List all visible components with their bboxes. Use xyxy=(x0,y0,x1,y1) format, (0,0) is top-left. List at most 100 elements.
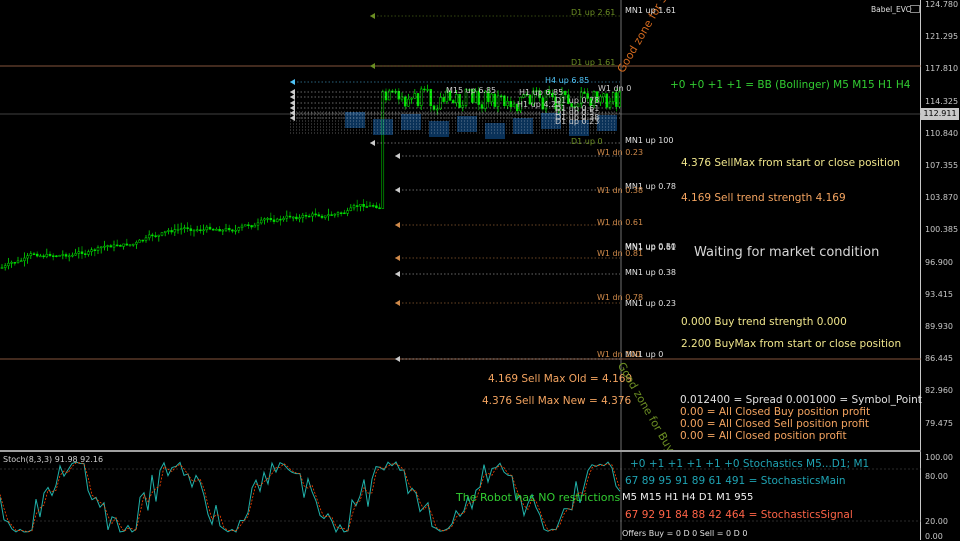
candle xyxy=(141,239,145,243)
closed-sell-profit: 0.00 = All Closed Sell position profit xyxy=(680,418,869,430)
candle xyxy=(51,253,55,261)
candle xyxy=(7,257,10,270)
buffer-block xyxy=(345,112,365,128)
candle xyxy=(279,215,282,226)
candle xyxy=(80,246,84,259)
level-label: D1 up 0 xyxy=(571,137,603,146)
candle xyxy=(247,221,250,229)
candle xyxy=(237,226,241,234)
level-label: D1 up 1.61 xyxy=(571,58,616,67)
level-label: W1 dn 0.61 xyxy=(597,218,644,227)
candle xyxy=(103,240,106,251)
stochastic-axis-label: 20.00 xyxy=(925,517,948,526)
candle xyxy=(330,211,333,216)
candle xyxy=(202,224,205,235)
candle xyxy=(29,251,33,259)
candle xyxy=(154,231,157,238)
candle xyxy=(215,227,218,231)
candle xyxy=(240,223,244,231)
candle xyxy=(387,88,391,101)
candle xyxy=(416,93,420,109)
buffer-block xyxy=(485,123,505,139)
candle xyxy=(71,252,74,258)
level-dotted-line xyxy=(395,300,620,306)
stochastic-summary: +0 +1 +1 +1 +1 +0 Stochastics M5...D1; M… xyxy=(630,458,870,470)
candle xyxy=(42,253,45,259)
stochastic-axis-label: 100.00 xyxy=(925,453,953,462)
candle xyxy=(311,211,314,222)
candle xyxy=(96,245,100,255)
candle xyxy=(605,93,609,110)
candle xyxy=(343,209,346,215)
candle xyxy=(125,238,129,246)
price-axis-label: 124.780 xyxy=(925,0,959,9)
candle xyxy=(499,93,503,101)
candle xyxy=(314,208,317,218)
candle xyxy=(336,211,340,218)
candle xyxy=(186,222,189,232)
price-axis-label: 100.385 xyxy=(925,225,959,235)
candle xyxy=(317,212,321,217)
candle xyxy=(205,224,209,233)
candle xyxy=(64,252,68,259)
level-label: MN1 up 100 xyxy=(625,136,674,145)
candle xyxy=(496,90,500,113)
candle xyxy=(602,92,605,103)
level-label: W1 dn 0.23 xyxy=(597,148,644,157)
candle xyxy=(32,251,36,256)
candle xyxy=(375,202,378,209)
level-label: W1 dn 0.81 xyxy=(597,249,644,258)
candle xyxy=(365,201,369,208)
buffer-block xyxy=(513,118,533,134)
candle xyxy=(439,92,442,110)
waiting-status: Waiting for market condition xyxy=(694,245,880,260)
candle xyxy=(301,212,305,223)
candle xyxy=(263,217,266,225)
candle xyxy=(275,217,279,223)
buffer-block xyxy=(429,121,449,137)
price-chart[interactable] xyxy=(0,0,921,450)
spread-info: 0.012400 = Spread 0.001000 = Symbol_Poin… xyxy=(680,394,922,406)
candle xyxy=(35,251,39,258)
graduation-cap-icon xyxy=(910,5,920,13)
sell-max-new: 4.376 Sell Max New = 4.376 xyxy=(482,395,632,407)
candle xyxy=(87,249,90,257)
offers-info: Offers Buy = 0 D 0 Sell = 0 D 0 xyxy=(622,529,748,538)
candle xyxy=(3,263,7,271)
candle xyxy=(266,216,269,223)
candle xyxy=(423,86,426,93)
level-label: M15 up 6.85 xyxy=(446,86,497,95)
sell-max-old: 4.169 Sell Max Old = 4.169 xyxy=(488,373,633,385)
candle xyxy=(503,94,506,108)
buffer-block xyxy=(597,115,617,131)
candle xyxy=(256,218,260,231)
price-axis-label: 96.900 xyxy=(925,257,953,267)
price-axis-label: 121.295 xyxy=(925,32,959,42)
level-dotted-line xyxy=(395,222,620,228)
price-axis-label: 110.840 xyxy=(925,128,959,138)
candle xyxy=(410,96,413,104)
candle xyxy=(163,230,167,237)
candle xyxy=(381,89,385,209)
level-label: W1 dn 0 xyxy=(598,84,632,93)
candle xyxy=(599,94,602,106)
level-label: H4 up 6.85 xyxy=(545,76,590,85)
level-label: MN1 up 0.38 xyxy=(625,268,677,277)
candle xyxy=(407,93,410,107)
candle xyxy=(378,203,381,210)
candle xyxy=(195,225,199,233)
candle xyxy=(307,213,311,218)
candle xyxy=(10,260,13,268)
buffer-block xyxy=(401,114,421,130)
candle xyxy=(269,212,273,223)
level-dotted-line xyxy=(395,271,620,277)
price-axis-label: 86.445 xyxy=(925,354,953,364)
price-axis-label: 89.930 xyxy=(925,322,953,331)
candle xyxy=(112,240,116,252)
candle xyxy=(346,207,349,217)
price-axis-label: 107.355 xyxy=(925,161,959,170)
candle xyxy=(221,228,225,236)
candle xyxy=(320,214,324,220)
level-label: W1 dn 0.38 xyxy=(597,186,644,195)
candle xyxy=(192,229,196,237)
